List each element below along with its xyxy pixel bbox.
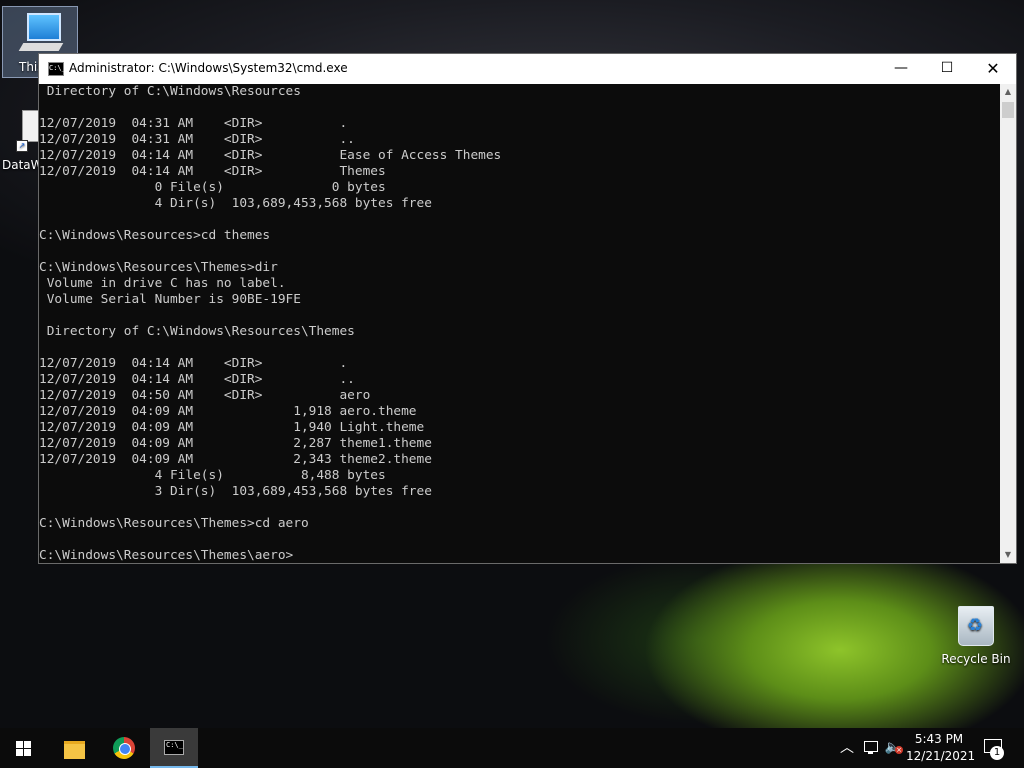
file-explorer-taskbar-button[interactable] xyxy=(50,728,98,768)
console-line: 12/07/2019 04:14 AM <DIR> Themes xyxy=(39,164,386,179)
network-icon[interactable] xyxy=(862,728,880,768)
keyboard-icon-part xyxy=(18,43,64,51)
volume-muted-icon[interactable]: 🔈 × xyxy=(884,728,903,768)
windows-logo-icon xyxy=(16,741,31,756)
console-line: Directory of C:\Windows\Resources xyxy=(39,84,301,99)
clock[interactable]: 5:43 PM 12/21/2021 xyxy=(906,731,976,765)
monitor-icon xyxy=(27,13,61,41)
folder-icon xyxy=(64,741,85,759)
start-button[interactable] xyxy=(0,728,48,768)
cmd-icon: C:\_ xyxy=(164,740,184,755)
console-line: 12/07/2019 04:09 AM 2,343 theme2.theme xyxy=(39,452,432,467)
chrome-taskbar-button[interactable] xyxy=(100,728,148,768)
recycle-bin-icon xyxy=(958,606,994,646)
close-button[interactable]: ✕ xyxy=(970,54,1016,84)
console-line: 0 File(s) 0 bytes xyxy=(39,180,386,195)
window-title: Administrator: C:\Windows\System32\cmd.e… xyxy=(69,61,348,75)
taskbar: C:\_ ︿ 🔈 × 5:43 PM 12/21/2021 1 xyxy=(0,728,1024,768)
console-line: Directory of C:\Windows\Resources\Themes xyxy=(39,324,355,339)
show-hidden-icons-chevron-icon[interactable]: ︿ xyxy=(838,728,856,768)
cmd-taskbar-button[interactable]: C:\_ xyxy=(150,728,198,768)
scrollbar-thumb[interactable] xyxy=(1002,102,1014,118)
recycle-bin-label: Recycle Bin xyxy=(941,652,1011,666)
notification-count-badge: 1 xyxy=(990,746,1004,760)
recycle-bin-desktop-icon[interactable]: Recycle Bin xyxy=(936,602,1016,672)
console-line: C:\Windows\Resources\Themes>dir xyxy=(39,260,278,275)
console-line: 12/07/2019 04:31 AM <DIR> .. xyxy=(39,132,355,147)
vertical-scrollbar[interactable]: ▲ ▼ xyxy=(1000,84,1016,563)
console-line: 12/07/2019 04:14 AM <DIR> Ease of Access… xyxy=(39,148,502,163)
console-line: C:\Windows\Resources\Themes\aero> xyxy=(39,548,294,563)
console-line: 12/07/2019 04:14 AM <DIR> .. xyxy=(39,372,355,387)
action-center-button[interactable]: 1 xyxy=(980,728,1020,768)
console-line: 3 Dir(s) 103,689,453,568 bytes free xyxy=(39,484,432,499)
console-line: C:\Windows\Resources\Themes>cd aero xyxy=(39,516,309,531)
clock-time: 5:43 PM xyxy=(914,732,964,746)
dataw-label: DataW xyxy=(2,158,43,172)
console-line: 4 Dir(s) 103,689,453,568 bytes free xyxy=(39,196,432,211)
console-line: 12/07/2019 04:50 AM <DIR> aero xyxy=(39,388,371,403)
clock-date: 12/21/2021 xyxy=(906,749,976,763)
console-line: 12/07/2019 04:31 AM <DIR> . xyxy=(39,116,348,131)
console-line: Volume in drive C has no label. xyxy=(39,276,286,291)
console-line: Volume Serial Number is 90BE-19FE xyxy=(39,292,301,307)
dataw-desktop-icon[interactable]: ↗ DataW xyxy=(0,108,43,174)
console-output[interactable]: Directory of C:\Windows\Resources 12/07/2… xyxy=(39,84,1001,563)
console-line: 4 File(s) 8,488 bytes xyxy=(39,468,386,483)
console-line: 12/07/2019 04:09 AM 1,940 Light.theme xyxy=(39,420,425,435)
console-line: 12/07/2019 04:14 AM <DIR> . xyxy=(39,356,348,371)
console-text: Directory of C:\Windows\Resources 12/07/2… xyxy=(39,84,1001,563)
scroll-down-arrow-icon[interactable]: ▼ xyxy=(1000,547,1016,563)
console-line: C:\Windows\Resources>cd themes xyxy=(39,228,271,243)
console-line: 12/07/2019 04:09 AM 1,918 aero.theme xyxy=(39,404,417,419)
title-bar[interactable]: C:\_ Administrator: C:\Windows\System32\… xyxy=(39,54,1016,84)
shortcut-arrow-icon: ↗ xyxy=(16,140,28,152)
maximize-button[interactable]: ☐ xyxy=(924,54,970,84)
muted-x-icon: × xyxy=(895,746,903,754)
scroll-up-arrow-icon[interactable]: ▲ xyxy=(1000,84,1016,100)
minimize-button[interactable]: — xyxy=(878,54,924,84)
cmd-window[interactable]: C:\_ Administrator: C:\Windows\System32\… xyxy=(38,53,1017,564)
console-line: 12/07/2019 04:09 AM 2,287 theme1.theme xyxy=(39,436,432,451)
chrome-icon xyxy=(113,737,135,759)
cmd-app-icon[interactable]: C:\_ xyxy=(48,62,66,76)
